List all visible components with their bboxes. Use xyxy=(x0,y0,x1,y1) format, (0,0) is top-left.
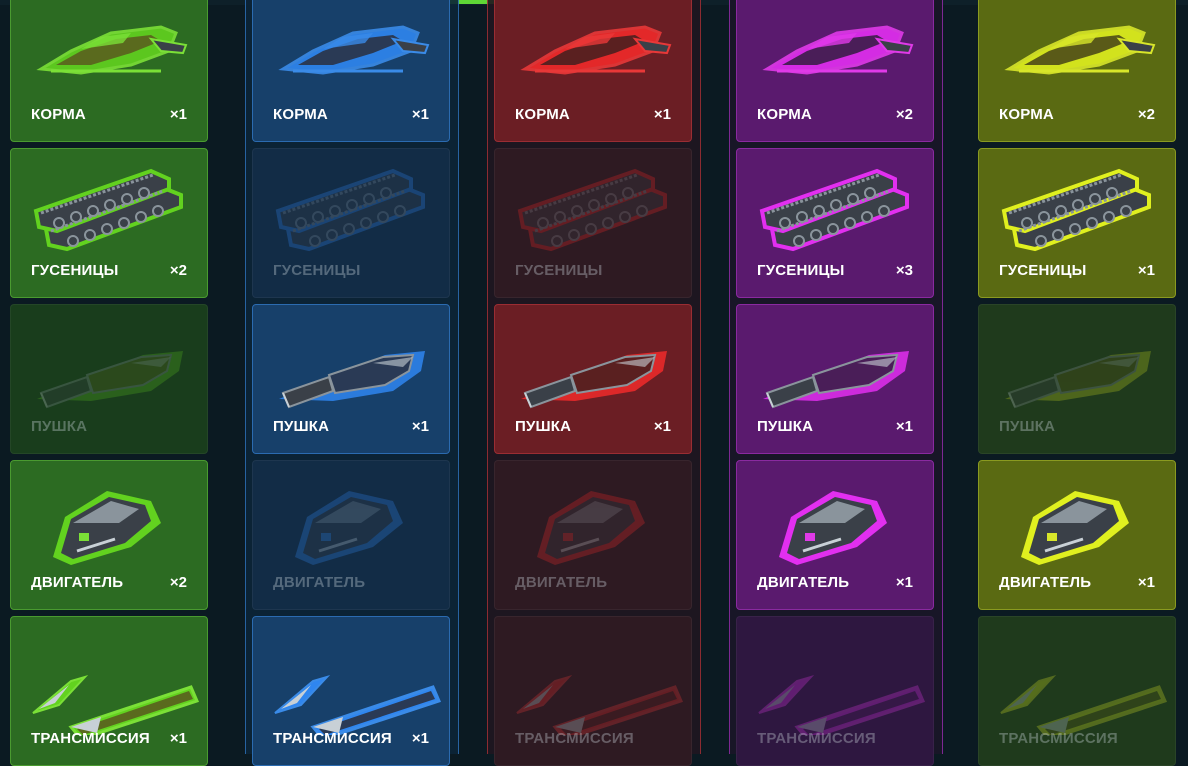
transmission-part-image xyxy=(11,617,207,741)
part-card-engine[interactable]: ДВИГАТЕЛЬ ×2 xyxy=(10,460,208,610)
part-count: ×1 xyxy=(169,730,187,747)
part-card-tracks[interactable]: ГУСЕНИЦЫ ×1 xyxy=(978,148,1176,298)
transmission-part-image xyxy=(253,617,449,741)
part-count: ×1 xyxy=(1137,574,1155,591)
part-count: ×1 xyxy=(653,106,671,123)
part-card-gun[interactable]: ПУШКА ×1 xyxy=(494,304,692,454)
part-label: ТРАНСМИССИЯ xyxy=(31,730,150,747)
part-label: ГУСЕНИЦЫ xyxy=(757,262,845,279)
part-label: ГУСЕНИЦЫ xyxy=(273,262,361,279)
part-label: ПУШКА xyxy=(273,418,330,435)
hull-part-image xyxy=(495,0,691,111)
part-label: ТРАНСМИССИЯ xyxy=(515,730,634,747)
gun-part-image xyxy=(495,305,691,423)
parts-column-yellow: КОРМА ×2 ГУСЕНИЦЫ ×1 ПУШКА ДВИГАТЕЛЬ ×1 ТРА… xyxy=(978,0,1188,766)
part-label: ТРАНСМИССИЯ xyxy=(757,730,876,747)
part-count: ×1 xyxy=(411,418,429,435)
part-card-gun[interactable]: ПУШКА ×1 xyxy=(736,304,934,454)
part-card-tracks[interactable]: ГУСЕНИЦЫ xyxy=(494,148,692,298)
tracks-part-image xyxy=(495,149,691,267)
tracks-part-image xyxy=(11,149,207,267)
part-count: ×1 xyxy=(1137,262,1155,279)
part-card-hull[interactable]: КОРМА ×2 xyxy=(736,0,934,142)
part-card-tracks[interactable]: ГУСЕНИЦЫ ×2 xyxy=(10,148,208,298)
part-count: ×2 xyxy=(169,262,187,279)
part-label: ТРАНСМИССИЯ xyxy=(273,730,392,747)
part-card-engine[interactable]: ДВИГАТЕЛЬ ×1 xyxy=(978,460,1176,610)
part-card-transmission[interactable]: ТРАНСМИССИЯ xyxy=(736,616,934,766)
part-label: КОРМА xyxy=(31,106,86,123)
part-label: ПУШКА xyxy=(999,418,1056,435)
gun-part-image xyxy=(253,305,449,423)
hull-part-image xyxy=(11,0,207,111)
engine-part-image xyxy=(11,461,207,579)
part-label: ДВИГАТЕЛЬ xyxy=(31,574,124,591)
gun-part-image xyxy=(737,305,933,423)
part-count: ×2 xyxy=(895,106,913,123)
part-label: ПУШКА xyxy=(757,418,814,435)
hull-part-image xyxy=(979,0,1175,111)
part-label: ГУСЕНИЦЫ xyxy=(999,262,1087,279)
transmission-part-image xyxy=(737,617,933,741)
gun-part-image xyxy=(979,305,1175,423)
part-count: ×2 xyxy=(169,574,187,591)
part-label: ДВИГАТЕЛЬ xyxy=(515,574,608,591)
part-card-hull[interactable]: КОРМА ×2 xyxy=(978,0,1176,142)
parts-column-red: КОРМА ×1 ГУСЕНИЦЫ ПУШКА ×1 ДВИГАТЕЛЬ ТРАНС… xyxy=(487,0,704,766)
part-label: ДВИГАТЕЛЬ xyxy=(999,574,1092,591)
part-label: КОРМА xyxy=(515,106,570,123)
transmission-part-image xyxy=(495,617,691,741)
part-label: КОРМА xyxy=(999,106,1054,123)
part-count: ×2 xyxy=(1137,106,1155,123)
part-card-hull[interactable]: КОРМА ×1 xyxy=(10,0,208,142)
parts-column-blue: КОРМА ×1 ГУСЕНИЦЫ ПУШКА ×1 ДВИГАТЕЛЬ ТРАНС… xyxy=(245,0,462,766)
part-card-gun[interactable]: ПУШКА ×1 xyxy=(252,304,450,454)
part-count: ×3 xyxy=(895,262,913,279)
parts-column-green: КОРМА ×1 ГУСЕНИЦЫ ×2 ПУШКА ДВИГАТЕЛЬ ×2 ТРА… xyxy=(10,0,220,766)
part-card-transmission[interactable]: ТРАНСМИССИЯ ×1 xyxy=(252,616,450,766)
tracks-part-image xyxy=(253,149,449,267)
hull-part-image xyxy=(253,0,449,111)
part-label: ТРАНСМИССИЯ xyxy=(999,730,1118,747)
part-card-tracks[interactable]: ГУСЕНИЦЫ xyxy=(252,148,450,298)
part-card-engine[interactable]: ДВИГАТЕЛЬ xyxy=(252,460,450,610)
part-card-transmission[interactable]: ТРАНСМИССИЯ xyxy=(978,616,1176,766)
hull-part-image xyxy=(737,0,933,111)
part-card-gun[interactable]: ПУШКА xyxy=(978,304,1176,454)
part-label: КОРМА xyxy=(273,106,328,123)
part-card-transmission[interactable]: ТРАНСМИССИЯ ×1 xyxy=(10,616,208,766)
part-count: ×1 xyxy=(653,418,671,435)
part-card-engine[interactable]: ДВИГАТЕЛЬ xyxy=(494,460,692,610)
part-label: ГУСЕНИЦЫ xyxy=(515,262,603,279)
engine-part-image xyxy=(979,461,1175,579)
tracks-part-image xyxy=(979,149,1175,267)
engine-part-image xyxy=(495,461,691,579)
engine-part-image xyxy=(253,461,449,579)
part-card-hull[interactable]: КОРМА ×1 xyxy=(252,0,450,142)
part-card-engine[interactable]: ДВИГАТЕЛЬ ×1 xyxy=(736,460,934,610)
part-label: ПУШКА xyxy=(515,418,572,435)
transmission-part-image xyxy=(979,617,1175,741)
part-label: ДВИГАТЕЛЬ xyxy=(757,574,850,591)
parts-column-purple: КОРМА ×2 ГУСЕНИЦЫ ×3 ПУШКА ×1 ДВИГАТЕЛЬ ×1 Т… xyxy=(729,0,946,766)
part-label: ГУСЕНИЦЫ xyxy=(31,262,119,279)
part-count: ×1 xyxy=(411,106,429,123)
part-card-gun[interactable]: ПУШКА xyxy=(10,304,208,454)
part-card-transmission[interactable]: ТРАНСМИССИЯ xyxy=(494,616,692,766)
part-label: ДВИГАТЕЛЬ xyxy=(273,574,366,591)
part-label: КОРМА xyxy=(757,106,812,123)
tracks-part-image xyxy=(737,149,933,267)
part-card-hull[interactable]: КОРМА ×1 xyxy=(494,0,692,142)
part-card-tracks[interactable]: ГУСЕНИЦЫ ×3 xyxy=(736,148,934,298)
part-count: ×1 xyxy=(169,106,187,123)
part-count: ×1 xyxy=(411,730,429,747)
part-count: ×1 xyxy=(895,574,913,591)
engine-part-image xyxy=(737,461,933,579)
part-label: ПУШКА xyxy=(31,418,88,435)
part-count: ×1 xyxy=(895,418,913,435)
gun-part-image xyxy=(11,305,207,423)
